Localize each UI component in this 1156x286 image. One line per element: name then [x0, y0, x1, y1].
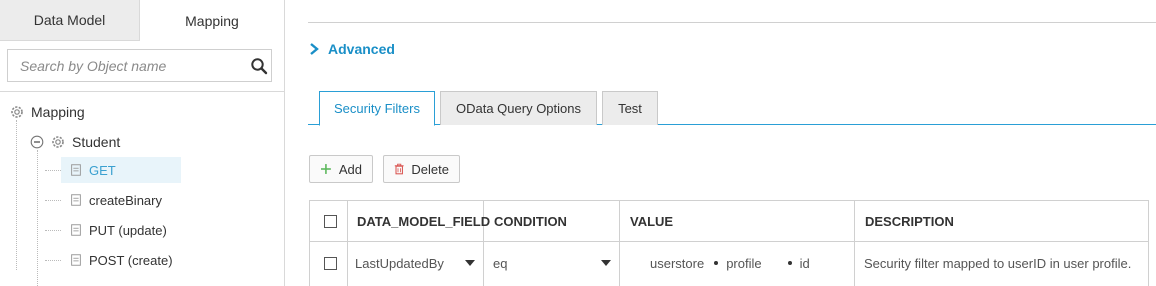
tree-node-label: Student: [72, 134, 121, 150]
value-token-id: id: [799, 255, 810, 271]
row-checkbox-cell: [324, 257, 337, 270]
document-icon: [71, 164, 81, 176]
tab-mapping[interactable]: Mapping: [140, 0, 284, 41]
chevron-right-icon: [310, 43, 319, 55]
search-icon[interactable]: [250, 57, 268, 75]
field-dropdown[interactable]: LastUpdatedBy: [355, 251, 479, 275]
search-input[interactable]: [8, 50, 243, 81]
detail-tabs: Security Filters OData Query Options Tes…: [308, 91, 1156, 126]
collapse-icon[interactable]: [30, 135, 44, 149]
tree-node-student[interactable]: Student: [30, 129, 230, 155]
tree-line: [16, 120, 17, 270]
tree-item-label: createBinary: [89, 192, 162, 208]
chevron-down-icon: [601, 260, 611, 266]
left-tabs: Data Model Mapping: [0, 0, 284, 41]
tree-line: [45, 260, 61, 261]
value-token-profile: profile: [726, 255, 762, 271]
trash-icon: [394, 163, 404, 175]
gear-icon: [52, 136, 64, 148]
tree-item-post[interactable]: POST (create): [61, 247, 181, 273]
select-all-checkbox-cell: [324, 215, 337, 228]
chevron-down-icon: [465, 260, 475, 266]
advanced-label: Advanced: [328, 41, 395, 57]
tree-item-get[interactable]: GET: [61, 157, 181, 183]
tree-line: [37, 150, 38, 286]
tree-root-label: Mapping: [31, 104, 85, 120]
header-value[interactable]: VALUE: [630, 213, 673, 229]
separator-dot: [787, 261, 792, 265]
value-path[interactable]: userstore profile id: [638, 253, 810, 273]
tab-data-model[interactable]: Data Model: [0, 0, 140, 41]
left-panel: Data Model Mapping Mapping: [0, 0, 285, 286]
tree-item-createbinary[interactable]: createBinary: [61, 187, 181, 213]
document-icon: [71, 194, 81, 206]
document-icon: [71, 254, 81, 266]
tab-odata-query-options[interactable]: OData Query Options: [440, 91, 597, 125]
tab-security-filters[interactable]: Security Filters: [319, 91, 435, 126]
tree-item-put[interactable]: PUT (update): [61, 217, 181, 243]
column-divider: [619, 201, 620, 286]
security-filter-table: DATA_MODEL_FIELD CONDITION VALUE DESCRIP…: [309, 200, 1149, 286]
description-cell: Security filter mapped to userID in user…: [864, 255, 1132, 271]
tab-test[interactable]: Test: [602, 91, 658, 125]
gear-icon: [11, 106, 23, 118]
tree-line: [45, 170, 61, 171]
add-button[interactable]: Add: [309, 155, 373, 183]
header-description[interactable]: DESCRIPTION: [865, 213, 954, 229]
delete-label: Delete: [411, 161, 449, 177]
column-divider: [347, 201, 348, 286]
tree-line: [45, 200, 61, 201]
search-box: [7, 49, 272, 82]
plus-icon: [320, 164, 331, 174]
select-all-checkbox[interactable]: [324, 215, 337, 228]
tree-item-label: PUT (update): [89, 222, 167, 238]
tree-item-label: GET: [89, 162, 116, 178]
search-area: [0, 41, 284, 92]
row-divider: [310, 241, 1148, 242]
tree-item-label: POST (create): [89, 252, 173, 268]
delete-button[interactable]: Delete: [383, 155, 460, 183]
document-icon: [71, 224, 81, 236]
value-token-userstore: userstore: [650, 255, 705, 271]
tree-line: [45, 230, 61, 231]
header-data-model-field[interactable]: DATA_MODEL_FIELD: [357, 213, 490, 229]
condition-value: eq: [493, 255, 508, 271]
column-divider: [854, 201, 855, 286]
row-checkbox[interactable]: [324, 257, 337, 270]
condition-dropdown[interactable]: eq: [493, 251, 613, 275]
field-value: LastUpdatedBy: [355, 255, 444, 271]
tree-root-mapping[interactable]: Mapping: [9, 99, 209, 125]
header-condition[interactable]: CONDITION: [494, 213, 567, 229]
separator-dot: [714, 261, 719, 265]
advanced-toggle[interactable]: Advanced: [308, 40, 395, 58]
divider: [308, 22, 1156, 23]
add-label: Add: [338, 161, 362, 177]
